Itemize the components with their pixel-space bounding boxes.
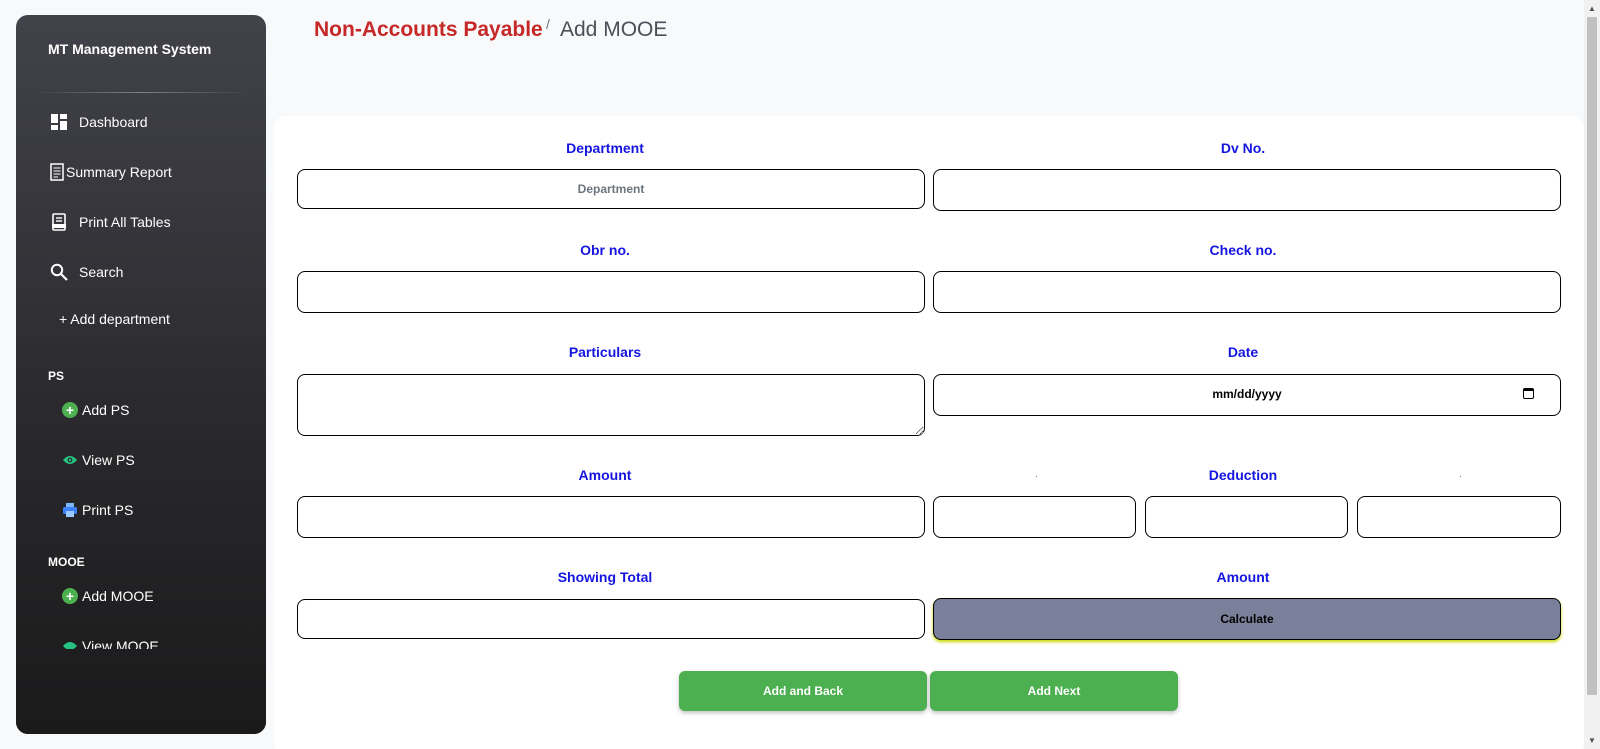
sidebar: MT Management System Dashboard Summary R…	[16, 15, 266, 734]
sidebar-section-mooe: MOOE	[48, 555, 85, 569]
add-and-back-button[interactable]: Add and Back	[679, 671, 927, 711]
breadcrumb-separator: /	[546, 16, 550, 32]
department-input[interactable]	[297, 169, 925, 209]
sidebar-item-view-ps[interactable]: View PS	[62, 449, 135, 471]
sidebar-item-label: + Add department	[59, 311, 170, 327]
date-placeholder: mm/dd/yyyy	[1212, 387, 1282, 401]
amount-total-label: Amount	[1216, 569, 1270, 585]
dv-no-label: Dv No.	[1220, 140, 1266, 156]
sidebar-item-add-mooe[interactable]: + Add MOOE	[62, 585, 154, 607]
report-icon	[48, 161, 66, 183]
sidebar-item-add-ps[interactable]: + Add PS	[62, 399, 129, 421]
add-circle-icon: +	[62, 399, 78, 421]
form-card: Department Dv No. Obr no. Check no. Part…	[274, 116, 1584, 749]
page-title: Add MOOE	[560, 18, 668, 41]
date-input[interactable]: mm/dd/yyyy	[933, 374, 1561, 416]
sidebar-section-ps: PS	[48, 369, 65, 383]
print-icon	[48, 211, 70, 233]
sidebar-item-label: Print All Tables	[79, 214, 171, 230]
deduction-input-2[interactable]	[1145, 496, 1348, 538]
calendar-icon[interactable]	[1523, 388, 1534, 399]
sidebar-item-label: Add PS	[82, 402, 130, 418]
add-circle-icon: +	[62, 585, 78, 607]
sidebar-item-search[interactable]: Search	[48, 261, 123, 283]
sidebar-item-print-all-tables[interactable]: Print All Tables	[48, 211, 171, 233]
eye-icon	[62, 449, 78, 471]
scroll-down-arrow-icon[interactable]: ▼	[1588, 736, 1596, 745]
dv-no-input[interactable]	[933, 169, 1561, 211]
sidebar-item-dashboard[interactable]: Dashboard	[48, 111, 148, 133]
deduction-right-marker: .	[1459, 469, 1462, 480]
obr-no-label: Obr no.	[580, 242, 630, 258]
sidebar-item-summary-report[interactable]: Summary Report	[48, 161, 172, 183]
sidebar-item-add-department[interactable]: + Add department	[59, 311, 170, 327]
showing-total-input[interactable]	[297, 599, 925, 639]
date-label: Date	[1227, 344, 1259, 360]
department-label: Department	[566, 140, 644, 156]
sidebar-item-label: Print PS	[82, 502, 134, 518]
amount-input[interactable]	[297, 496, 925, 538]
calculate-button[interactable]: Calculate	[933, 598, 1561, 640]
sidebar-item-print-ps[interactable]: Print PS	[62, 499, 133, 521]
sidebar-item-label: Summary Report	[66, 164, 172, 180]
scroll-up-arrow-icon[interactable]: ▲	[1588, 4, 1596, 13]
particulars-textarea[interactable]	[297, 374, 925, 436]
add-next-button[interactable]: Add Next	[930, 671, 1178, 711]
search-icon	[48, 261, 70, 283]
sidebar-item-label: Add MOOE	[82, 588, 154, 604]
sidebar-divider	[32, 92, 250, 93]
deduction-input-1[interactable]	[933, 496, 1136, 538]
scrollbar-thumb[interactable]	[1587, 17, 1597, 695]
breadcrumb-parent[interactable]: Non-Accounts Payable	[314, 18, 543, 42]
dashboard-icon	[48, 111, 70, 133]
particulars-label: Particulars	[568, 344, 642, 360]
check-no-input[interactable]	[933, 271, 1561, 313]
sidebar-scroll-clip	[16, 649, 266, 734]
deduction-input-3[interactable]	[1357, 496, 1561, 538]
app-title[interactable]: MT Management System	[48, 41, 211, 57]
obr-no-input[interactable]	[297, 271, 925, 313]
showing-total-label: Showing Total	[557, 569, 653, 585]
page-scrollbar[interactable]: ▲ ▼	[1584, 0, 1600, 749]
deduction-label: Deduction	[1208, 467, 1278, 483]
sidebar-item-label: View PS	[82, 452, 135, 468]
printer-icon	[62, 499, 78, 521]
sidebar-item-label: Dashboard	[79, 114, 148, 130]
amount-label: Amount	[578, 467, 632, 483]
check-no-label: Check no.	[1209, 242, 1277, 258]
sidebar-item-label: Search	[79, 264, 124, 280]
